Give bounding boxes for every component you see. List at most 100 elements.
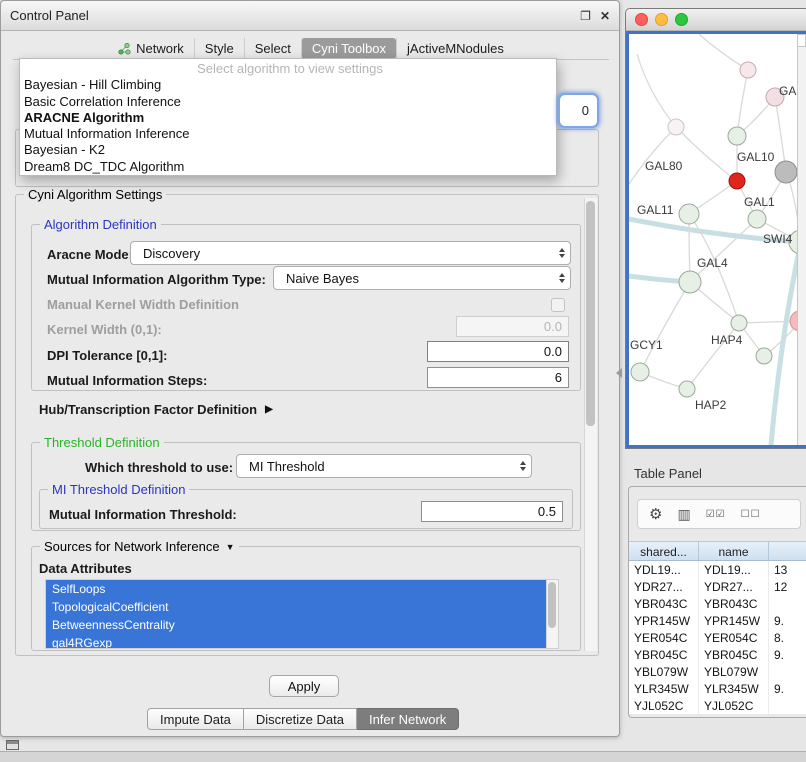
table-row[interactable]: YPR145W YPR145W 9. [629, 612, 806, 629]
tab-select-label: Select [255, 41, 291, 56]
tab-discretize-data[interactable]: Discretize Data [244, 708, 357, 730]
hub-definition-toggle[interactable]: Hub/Transcription Factor Definition ▶ [39, 402, 273, 417]
canvas-scrollbar-track[interactable] [797, 34, 806, 445]
table-columns-icon[interactable]: ▥ [677, 506, 690, 523]
cell: YDR27... [629, 578, 699, 595]
list-item-topologicalcoefficient[interactable]: TopologicalCoefficient [46, 598, 546, 616]
which-threshold-value: MI Threshold [249, 459, 325, 474]
tab-style-label: Style [205, 41, 234, 56]
mi-threshold-field[interactable]: 0.5 [421, 501, 563, 522]
cell: YLR345W [699, 680, 769, 697]
network-node-label: GAL10 [737, 150, 774, 164]
close-icon[interactable]: ✕ [600, 9, 610, 23]
column-header-partial[interactable] [769, 542, 806, 560]
table-row[interactable]: YLR345W YLR345W 9. [629, 680, 806, 697]
cell: 13 [769, 561, 806, 578]
network-node[interactable] [631, 363, 649, 381]
tab-cyni-toolbox[interactable]: Cyni Toolbox [301, 38, 396, 59]
algorithm-option-basic-correlation[interactable]: Basic Correlation Inference [20, 94, 556, 110]
network-node[interactable] [790, 311, 797, 331]
canvas-scrollbar-button[interactable] [797, 34, 806, 47]
dpi-tolerance-label: DPI Tolerance [0,1]: [47, 348, 167, 363]
window-close-button[interactable] [635, 13, 648, 26]
table-row[interactable]: YER054C YER054C 8. [629, 629, 806, 646]
gear-icon[interactable]: ⚙ [649, 505, 662, 523]
network-node[interactable] [775, 161, 797, 183]
mi-threshold-label: Mutual Information Threshold: [49, 507, 237, 522]
kernel-width-field: 0.0 [456, 316, 569, 337]
mi-type-select[interactable]: Naive Bayes [273, 266, 571, 290]
table-row[interactable]: YBL079W YBL079W [629, 663, 806, 680]
cell: YBR045C [629, 646, 699, 663]
algorithm-dropdown-popup: Select algorithm to view settings Bayesi… [19, 58, 557, 176]
cell: YBR045C [699, 646, 769, 663]
window-zoom-button[interactable] [675, 13, 688, 26]
splitter-collapse-icon[interactable] [616, 368, 622, 378]
network-node[interactable] [748, 210, 766, 228]
network-edge [629, 127, 676, 184]
cell: YBR043C [629, 595, 699, 612]
sources-group-title-row[interactable]: Sources for Network Inference ▼ [40, 539, 239, 554]
list-item-selfloops[interactable]: SelfLoops [46, 580, 546, 598]
bottom-tabbar: Impute Data Discretize Data Infer Networ… [147, 708, 459, 730]
algorithm-definition-title: Algorithm Definition [40, 217, 161, 232]
tab-style[interactable]: Style [194, 38, 244, 59]
table-row[interactable]: YDL19... YDL19... 13 [629, 561, 806, 578]
combo-arrows-icon [559, 273, 565, 283]
docked-panel-icon[interactable] [6, 740, 19, 750]
table-row[interactable]: YBR043C YBR043C [629, 595, 806, 612]
aracne-mode-select[interactable]: Discovery [130, 241, 571, 265]
tab-network-label: Network [136, 41, 184, 56]
network-node[interactable] [679, 204, 699, 224]
algorithm-option-dream8[interactable]: Dream8 DC_TDC Algorithm [20, 159, 556, 175]
float-window-icon[interactable]: ❐ [580, 9, 591, 23]
dpi-tolerance-field[interactable]: 0.0 [427, 341, 569, 362]
network-edge [640, 282, 690, 372]
network-node[interactable] [728, 127, 746, 145]
algorithm-popup-prompt: Select algorithm to view settings [20, 61, 556, 77]
network-node[interactable] [740, 62, 756, 78]
network-node[interactable] [756, 348, 772, 364]
tab-impute-data[interactable]: Impute Data [147, 708, 244, 730]
network-node-gal10[interactable] [729, 173, 745, 189]
aracne-mode-value: Discovery [143, 246, 200, 261]
column-header-name[interactable]: name [699, 542, 769, 560]
window-minimize-button[interactable] [655, 13, 668, 26]
tab-infer-network[interactable]: Infer Network [357, 708, 459, 730]
manual-kernel-label: Manual Kernel Width Definition [47, 297, 239, 312]
attributes-scrollbar-thumb[interactable] [548, 582, 556, 628]
obscured-spinner-field[interactable]: 0 [558, 93, 599, 128]
table-row[interactable]: YJL052C YJL052C [629, 697, 806, 714]
network-node[interactable] [668, 119, 684, 135]
network-node[interactable] [679, 381, 695, 397]
algorithm-option-bayesian-hill-climbing[interactable]: Bayesian - Hill Climbing [20, 77, 556, 93]
tab-select[interactable]: Select [244, 38, 301, 59]
tab-network[interactable]: Network [108, 38, 194, 59]
which-threshold-select[interactable]: MI Threshold [236, 454, 532, 478]
select-all-icon[interactable]: ☑☑ [706, 509, 726, 520]
network-node[interactable] [731, 315, 747, 331]
algorithm-option-aracne[interactable]: ARACNE Algorithm [20, 110, 556, 126]
mi-steps-field[interactable]: 6 [427, 367, 569, 388]
deselect-all-icon[interactable]: ☐☐ [741, 509, 761, 520]
network-edge [771, 242, 797, 445]
mi-steps-label: Mutual Information Steps: [47, 373, 207, 388]
list-item-gal4rgexp[interactable]: gal4RGexp [46, 634, 546, 649]
threshold-definition-title: Threshold Definition [40, 435, 164, 450]
window-title: Control Panel [10, 8, 89, 23]
settings-scrollbar-thumb[interactable] [586, 201, 595, 426]
apply-button[interactable]: Apply [269, 675, 339, 697]
network-edge [637, 54, 676, 127]
algorithm-option-bayesian-k2[interactable]: Bayesian - K2 [20, 142, 556, 158]
manual-kernel-checkbox[interactable] [551, 298, 565, 312]
data-attributes-list[interactable]: SelfLoops TopologicalCoefficient Between… [45, 579, 559, 649]
network-node[interactable] [679, 271, 701, 293]
table-row[interactable]: YDR27... YDR27... 12 [629, 578, 806, 595]
column-header-sharedname[interactable]: shared... [629, 542, 699, 560]
network-canvas[interactable]: GAL80 GAL10 GAL11 GAL1 SWI4 GAL4 GCY1 HA… [629, 34, 806, 445]
algorithm-option-mutual-information[interactable]: Mutual Information Inference [20, 126, 556, 142]
data-attributes-label: Data Attributes [39, 561, 132, 576]
list-item-betweennesscentrality[interactable]: BetweennessCentrality [46, 616, 546, 634]
tab-jactivemnodules[interactable]: jActiveMNodules [396, 38, 514, 59]
table-row[interactable]: YBR045C YBR045C 9. [629, 646, 806, 663]
